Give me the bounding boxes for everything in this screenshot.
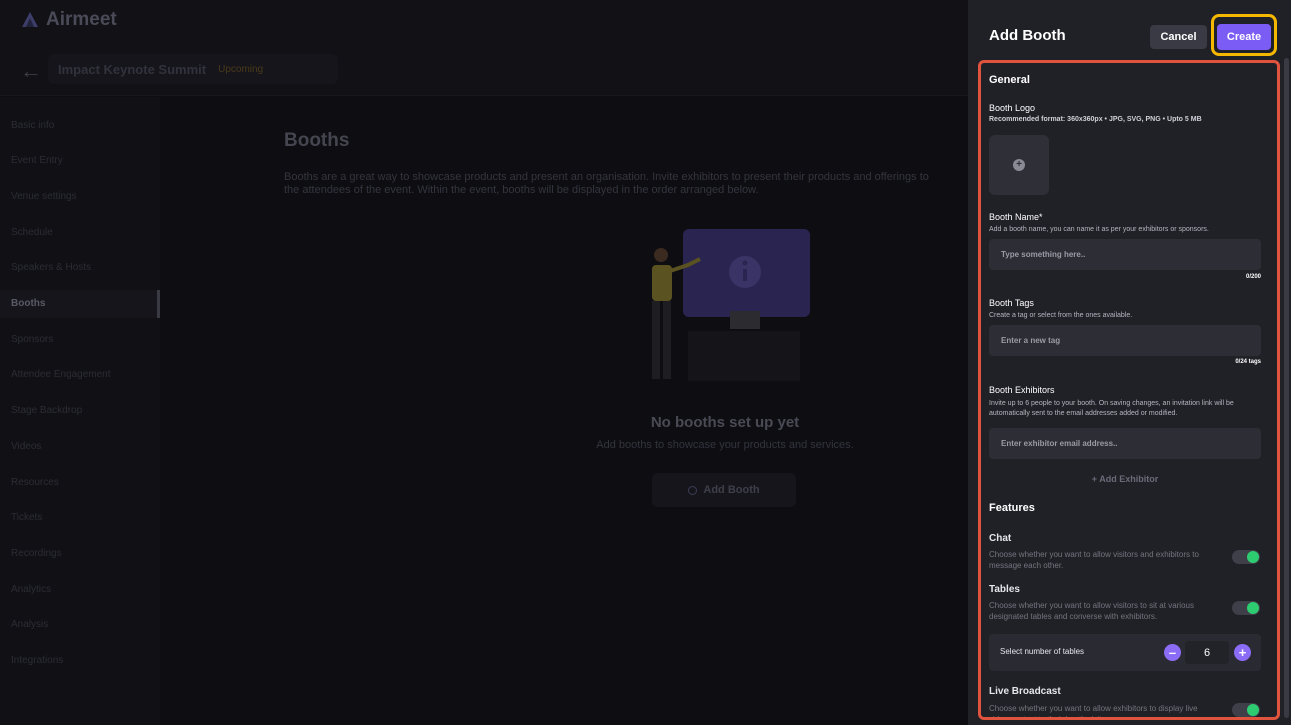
sidebar-item[interactable]: Recordings [0, 539, 160, 567]
event-name: Impact Keynote Summit [58, 61, 207, 77]
sidebar-item[interactable]: Event Entry [0, 147, 160, 175]
add-booth-label: Add Booth [703, 484, 760, 496]
event-status-badge: Upcoming [218, 63, 264, 75]
brand-name: Airmeet [46, 9, 117, 30]
empty-state-title: No booths set up yet [650, 414, 800, 431]
tables-description: Choose whether you want to allow visitor… [989, 601, 1194, 621]
tables-count-label: Select number of tables [1000, 647, 1085, 656]
exhibitor-email-input[interactable] [989, 428, 1261, 459]
booth-tags-hint: Create a tag or select from the ones ava… [989, 312, 1133, 319]
sidebar-item[interactable]: Basic info [0, 111, 160, 139]
toggle-knob [1247, 551, 1259, 563]
chat-description: Choose whether you want to allow visitor… [989, 550, 1199, 570]
sidebar-item[interactable]: Speakers & Hosts [0, 254, 160, 282]
chat-title: Chat [989, 533, 1012, 544]
booth-exhibitors-label: Booth Exhibitors [989, 385, 1055, 395]
plus-circle-icon [688, 485, 698, 495]
booth-name-input[interactable] [989, 239, 1261, 270]
chat-toggle[interactable] [1232, 550, 1260, 564]
page-title: Booths [284, 130, 350, 151]
empty-state-illustration [652, 229, 810, 381]
minus-icon[interactable]: – [1164, 644, 1181, 661]
tables-toggle[interactable] [1232, 601, 1260, 615]
sidebar-item[interactable]: Stage Backdrop [0, 397, 160, 425]
booth-logo-hint: Recommended format: 360x360px • JPG, SVG… [989, 116, 1202, 123]
booth-name-counter: 0/200 [1245, 274, 1261, 280]
airmeet-logo-icon [22, 12, 38, 27]
tables-count-row: Select number of tables – 6 + [989, 634, 1261, 671]
back-arrow-icon[interactable]: ← [20, 58, 42, 84]
general-heading: General [989, 74, 1030, 86]
booth-logo-upload[interactable]: + [989, 135, 1049, 195]
sidebar-item[interactable]: Videos [0, 432, 160, 460]
booth-logo-label: Booth Logo [989, 103, 1036, 113]
event-selector[interactable]: Impact Keynote Summit Upcoming [48, 54, 338, 84]
sidebar-item[interactable]: Resources [0, 468, 160, 496]
booth-tags-counter: 0/24 tags [1235, 359, 1261, 365]
plus-icon: + [1013, 159, 1025, 171]
sidebar: Basic info Event Entry Venue settings Sched… [0, 97, 160, 725]
add-booth-drawer: Add Booth Cancel Create General Booth Lo… [968, 0, 1291, 725]
exhibitor-email-field[interactable] [989, 428, 1261, 459]
tables-count-value[interactable]: 6 [1185, 641, 1229, 664]
empty-state-subtitle: Add booths to showcase your products and… [596, 439, 854, 451]
booth-form-panel: General Booth Logo Recommended format: 3… [978, 60, 1280, 720]
toggle-knob [1247, 602, 1259, 614]
drawer-scrollbar[interactable] [1284, 58, 1289, 718]
live-broadcast-description: Choose whether you want to allow exhibit… [989, 704, 1198, 720]
sidebar-item[interactable]: Schedule [0, 218, 160, 246]
live-broadcast-toggle[interactable] [1232, 703, 1260, 717]
booth-name-hint: Add a booth name, you can name it as per… [989, 226, 1209, 233]
app-root: Airmeet ← Impact Keynote Summit Upcoming… [0, 0, 1291, 725]
sidebar-item[interactable]: Analysis [0, 611, 160, 639]
tables-title: Tables [989, 584, 1020, 595]
sidebar-item[interactable]: Attendee Engagement [0, 361, 160, 389]
booth-name-label: Booth Name* [989, 212, 1043, 222]
sidebar-item[interactable]: Sponsors [0, 325, 160, 353]
sidebar-item[interactable]: Integrations [0, 647, 160, 675]
booth-tags-field[interactable] [989, 325, 1261, 356]
toggle-knob [1247, 704, 1259, 716]
cancel-button[interactable]: Cancel [1150, 25, 1207, 49]
booth-tags-input[interactable] [989, 325, 1261, 356]
plus-icon[interactable]: + [1234, 644, 1251, 661]
live-broadcast-title: Live Broadcast [989, 686, 1061, 697]
booth-exhibitors-hint: Invite up to 6 people to your booth. On … [989, 400, 1234, 417]
page-description: Booths are a great way to showcase produ… [284, 171, 929, 196]
add-booth-button[interactable]: Add Booth [652, 473, 796, 507]
brand-logo[interactable]: Airmeet [20, 9, 117, 31]
sidebar-item[interactable]: Booths [0, 289, 160, 318]
drawer-title: Add Booth [989, 27, 1066, 44]
features-heading: Features [989, 502, 1035, 514]
booth-tags-label: Booth Tags [989, 298, 1034, 308]
sidebar-item[interactable]: Analytics [0, 575, 160, 603]
add-exhibitor-button[interactable]: + Add Exhibitor [989, 474, 1261, 484]
sidebar-item[interactable]: Venue settings [0, 182, 160, 210]
booth-name-field[interactable] [989, 239, 1261, 270]
sidebar-item[interactable]: Tickets [0, 504, 160, 532]
create-button[interactable]: Create [1217, 24, 1271, 50]
